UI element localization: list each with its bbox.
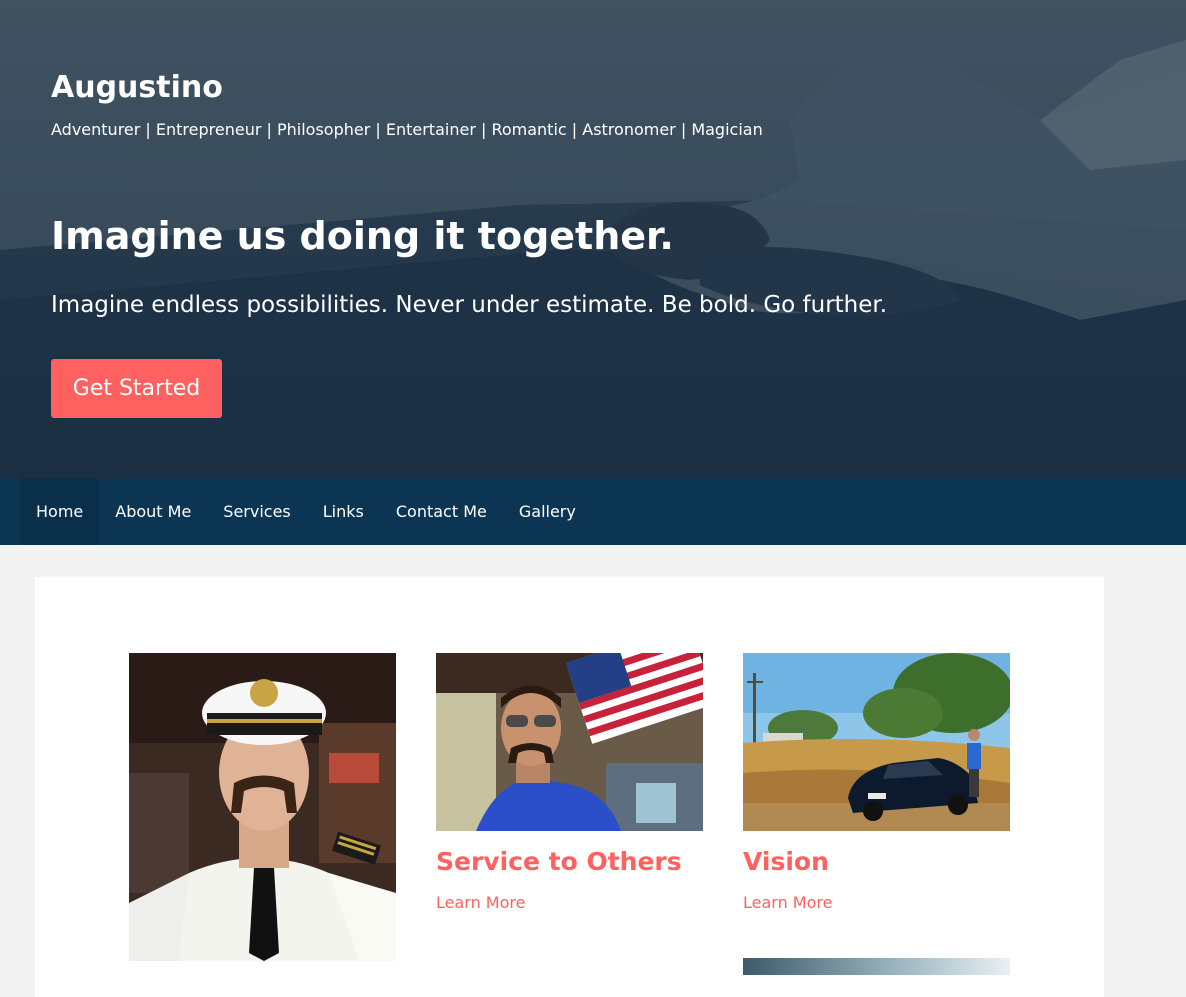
nav-item-home[interactable]: Home bbox=[20, 478, 100, 545]
hero-section: Augustino Adventurer | Entrepreneur | Ph… bbox=[0, 0, 1186, 478]
site-tagline: Adventurer | Entrepreneur | Philosopher … bbox=[51, 120, 763, 139]
feature-title-service-to-others[interactable]: Service to Others bbox=[436, 847, 682, 876]
hero-heading: Imagine us doing it together. bbox=[51, 214, 674, 258]
car-landscape-image bbox=[743, 653, 1010, 831]
nav-list: Home About Me Services Links Contact Me … bbox=[0, 478, 1186, 545]
learn-more-link-service-to-others[interactable]: Learn More bbox=[436, 893, 525, 912]
main-navigation: Home About Me Services Links Contact Me … bbox=[0, 478, 1186, 545]
hero-subheading: Imagine endless possibilities. Never und… bbox=[51, 292, 888, 318]
content-card: Service to Others Learn More Vision Lear… bbox=[35, 577, 1104, 997]
nav-item-links[interactable]: Links bbox=[307, 478, 380, 545]
site-title[interactable]: Augustino bbox=[51, 70, 223, 105]
flag-portrait-image bbox=[436, 653, 703, 831]
nav-item-services[interactable]: Services bbox=[207, 478, 306, 545]
nav-item-gallery[interactable]: Gallery bbox=[503, 478, 592, 545]
next-feature-image bbox=[743, 958, 1010, 975]
nav-item-about-me[interactable]: About Me bbox=[99, 478, 207, 545]
nav-item-contact-me[interactable]: Contact Me bbox=[380, 478, 503, 545]
captain-portrait-image bbox=[129, 653, 396, 961]
feature-title-vision[interactable]: Vision bbox=[743, 847, 829, 876]
learn-more-link-vision[interactable]: Learn More bbox=[743, 893, 832, 912]
get-started-button[interactable]: Get Started bbox=[51, 359, 222, 418]
